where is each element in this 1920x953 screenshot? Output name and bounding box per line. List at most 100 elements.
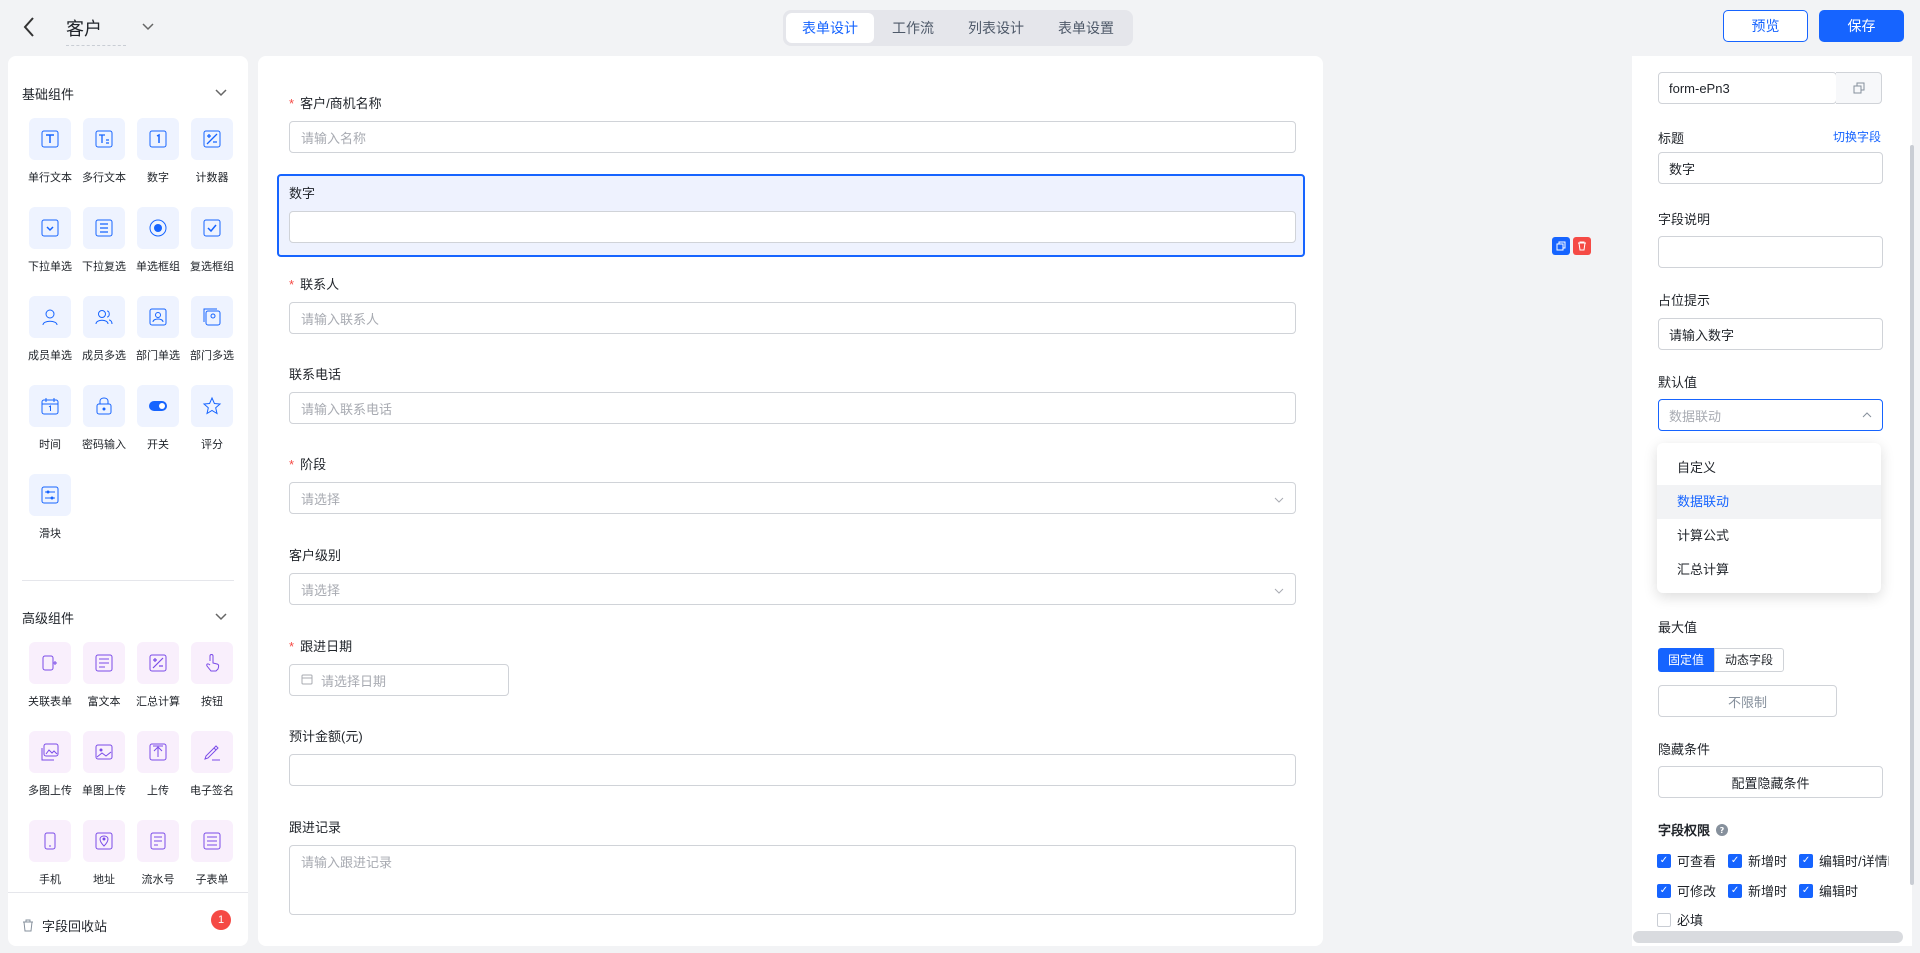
component-item[interactable]: 数字	[134, 118, 182, 185]
save-button[interactable]: 保存	[1819, 10, 1904, 42]
component-item[interactable]: 多图上传	[26, 731, 74, 798]
perm-modify-checkbox[interactable]: ✓ 可修改	[1657, 881, 1716, 900]
component-item[interactable]: 手机	[26, 820, 74, 887]
component-item[interactable]: 密码输入	[80, 385, 128, 452]
component-item[interactable]: 流水号	[134, 820, 182, 887]
field-id-input[interactable]: form-ePn3	[1658, 72, 1837, 104]
chevron-down-icon[interactable]	[215, 610, 227, 624]
field-label: * 联系人	[289, 274, 339, 293]
component-item[interactable]: 部门多选	[188, 296, 236, 363]
basic-group-title: 基础组件	[22, 87, 75, 102]
perm-title: 字段权限 ?	[1658, 820, 1729, 839]
perm-row-required: 必填	[1657, 910, 1703, 929]
component-item[interactable]: 单图上传	[80, 731, 128, 798]
preview-button[interactable]: 预览	[1723, 10, 1808, 42]
component-label: 关联表单	[28, 696, 72, 708]
perm-modify-edit-label: 编辑时	[1819, 884, 1859, 899]
component-item[interactable]: 计数器	[188, 118, 236, 185]
field-actions	[1552, 237, 1591, 255]
component-item[interactable]: 单选框组	[134, 207, 182, 274]
serial-icon	[137, 820, 179, 862]
component-label: 计数器	[195, 172, 229, 184]
form-field-input[interactable]: 请输入联系人	[289, 302, 1296, 334]
dropdown-option-formula[interactable]: 计算公式	[1657, 519, 1881, 553]
required-checkbox[interactable]: 必填	[1657, 910, 1703, 929]
help-icon[interactable]: ?	[1716, 823, 1729, 836]
divider	[8, 892, 248, 893]
placeholder-input[interactable]: 请输入数字	[1658, 318, 1883, 350]
perm-modify-edit-checkbox[interactable]: ✓ 编辑时	[1799, 881, 1858, 900]
horizontal-scrollbar[interactable]	[1633, 931, 1903, 943]
form-field-input[interactable]	[289, 754, 1296, 786]
phone-icon	[29, 820, 71, 862]
component-item[interactable]: 富文本	[80, 642, 128, 709]
component-item[interactable]: 部门单选	[134, 296, 182, 363]
perm-view-add-checkbox[interactable]: ✓ 新增时	[1728, 851, 1787, 870]
form-field-input[interactable]: 请输入联系电话	[289, 392, 1296, 424]
recycle-bin[interactable]: 字段回收站	[22, 916, 107, 935]
lock-icon	[83, 385, 125, 427]
title-input[interactable]: 数字	[1658, 152, 1883, 184]
max-mode-fixed[interactable]: 固定值	[1658, 648, 1715, 672]
tab-form-settings[interactable]: 表单设置	[1042, 13, 1130, 43]
component-item[interactable]: 单行文本	[26, 118, 74, 185]
component-item[interactable]: 时间	[26, 385, 74, 452]
dropdown-option-custom[interactable]: 自定义	[1657, 451, 1881, 485]
max-mode-dynamic[interactable]: 动态字段	[1714, 648, 1785, 672]
component-item[interactable]: 下拉单选	[26, 207, 74, 274]
component-item[interactable]: 多行文本	[80, 118, 128, 185]
component-item[interactable]: 开关	[134, 385, 182, 452]
tab-workflow[interactable]: 工作流	[876, 13, 950, 43]
switch-field-link[interactable]: 切换字段	[1833, 128, 1881, 145]
component-item[interactable]: 复选框组	[188, 207, 236, 274]
field-label-text: 跟进日期	[300, 639, 353, 654]
field-label: * 阶段	[289, 454, 326, 473]
component-item[interactable]: 上传	[134, 731, 182, 798]
component-label: 复选框组	[190, 261, 234, 273]
max-value-input[interactable]: 不限制	[1658, 685, 1837, 717]
input-placeholder: 请选择	[301, 491, 341, 507]
default-value-dropdown: 自定义 数据联动 计算公式 汇总计算	[1657, 443, 1881, 593]
component-label: 评分	[201, 439, 223, 451]
perm-view-edit-checkbox[interactable]: ✓ 编辑时/详情时	[1799, 851, 1889, 870]
perm-view-checkbox[interactable]: ✓ 可查看	[1657, 851, 1716, 870]
form-field-input[interactable]: 请输入跟进记录	[289, 845, 1296, 915]
form-field-input[interactable]	[289, 211, 1296, 243]
component-item[interactable]: 下拉复选	[80, 207, 128, 274]
back-button[interactable]	[22, 16, 42, 40]
component-item[interactable]: 按钮	[188, 642, 236, 709]
required-asterisk: *	[289, 96, 295, 111]
component-item[interactable]: 评分	[188, 385, 236, 452]
default-label: 默认值	[1658, 375, 1698, 390]
component-item[interactable]: 关联表单	[26, 642, 74, 709]
component-item[interactable]: 电子签名	[188, 731, 236, 798]
app-name[interactable]: 客户	[66, 15, 126, 46]
chevron-down-icon[interactable]	[215, 86, 227, 100]
dropdown-option-summary[interactable]: 汇总计算	[1657, 553, 1881, 587]
form-field-input[interactable]: 请选择	[289, 482, 1296, 514]
form-field-input[interactable]: 请选择日期	[289, 664, 509, 696]
desc-textarea[interactable]	[1658, 236, 1883, 268]
field-label-text: 数字	[289, 186, 316, 201]
copy-id-button[interactable]	[1836, 72, 1882, 104]
form-field-input[interactable]: 请输入名称	[289, 121, 1296, 153]
component-item[interactable]: 汇总计算	[134, 642, 182, 709]
hidden-config-button[interactable]: 配置隐藏条件	[1658, 766, 1883, 798]
property-scrollbar[interactable]	[1910, 145, 1914, 885]
copy-field-button[interactable]	[1552, 237, 1570, 255]
chevron-down-icon	[1274, 582, 1284, 597]
perm-modify-add-checkbox[interactable]: ✓ 新增时	[1728, 881, 1787, 900]
component-item[interactable]: 成员多选	[80, 296, 128, 363]
component-item[interactable]: 滑块	[26, 474, 74, 541]
component-item[interactable]: 地址	[80, 820, 128, 887]
dropdown-option-data-link[interactable]: 数据联动	[1657, 485, 1881, 519]
tab-list-design[interactable]: 列表设计	[952, 13, 1040, 43]
form-field-input[interactable]: 请选择	[289, 573, 1296, 605]
delete-field-button[interactable]	[1573, 237, 1591, 255]
chevron-down-icon[interactable]	[142, 20, 154, 34]
default-select[interactable]: 数据联动	[1658, 399, 1883, 431]
dropdown-multi-icon	[83, 207, 125, 249]
component-item[interactable]: 子表单	[188, 820, 236, 887]
tab-form-design[interactable]: 表单设计	[786, 13, 874, 43]
component-item[interactable]: 成员单选	[26, 296, 74, 363]
